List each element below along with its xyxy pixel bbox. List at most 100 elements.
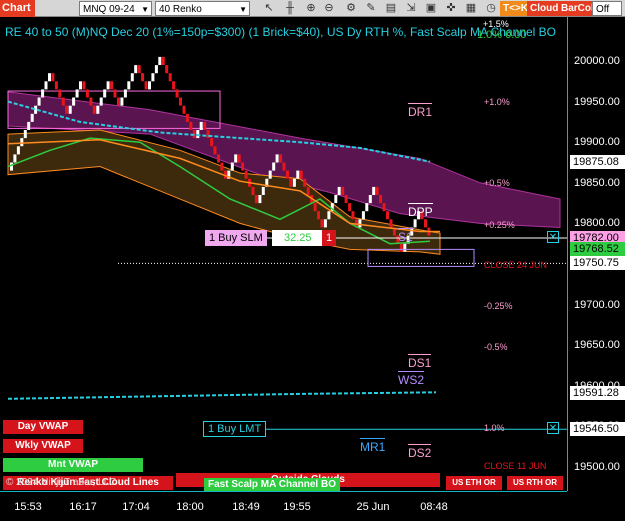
off-selector[interactable]: Off	[592, 1, 622, 16]
renko-brick	[103, 89, 107, 98]
x-tick-label: 18:00	[176, 501, 204, 513]
instrument-selector[interactable]: MNQ 09-24 ▼	[79, 1, 152, 16]
bar-type-selector[interactable]: 40 Renko ▼	[155, 1, 250, 16]
clock-icon[interactable]: ◷	[484, 1, 498, 16]
renko-brick	[172, 81, 176, 90]
renko-brick	[79, 81, 82, 90]
renko-brick	[120, 97, 124, 106]
renko-brick	[372, 186, 376, 195]
y-tick-label: 19800.00	[574, 217, 620, 230]
renko-brick	[54, 81, 58, 90]
pivot-label-mr1: MR1	[360, 438, 386, 455]
renko-brick	[117, 97, 120, 106]
renko-brick	[348, 203, 352, 212]
renko-brick	[185, 113, 189, 122]
table-icon[interactable]: ▦	[464, 1, 478, 16]
renko-brick	[158, 56, 162, 65]
x-tick-label: 19:55	[283, 501, 311, 513]
renko-brick	[141, 73, 145, 82]
price-tag: 19768.52	[570, 241, 625, 256]
mnt-vwap-label: Mnt VWAP	[3, 458, 143, 472]
chart-title: RE 40 to 50 (M)NQ Dec 20 (1%=150p=$300) …	[5, 25, 557, 39]
renko-brick	[165, 65, 169, 74]
renko-brick	[299, 170, 303, 179]
renko-brick	[213, 146, 217, 155]
properties-icon[interactable]: ⚙	[344, 1, 358, 16]
drawing-icon[interactable]: ✎	[364, 1, 378, 16]
y-tick-label: 19700.00	[574, 298, 620, 311]
renko-brick	[258, 195, 262, 204]
renko-brick	[217, 154, 220, 163]
renko-brick	[82, 81, 86, 90]
renko-brick	[379, 195, 383, 204]
chevron-down-icon: ▼	[239, 5, 247, 14]
x-tick-label: 16:17	[69, 501, 97, 513]
renko-brick	[196, 130, 200, 139]
renko-brick	[272, 162, 276, 171]
pivot-label-dpp: DPP	[408, 203, 433, 220]
renko-brick	[237, 154, 241, 163]
renko-brick	[361, 211, 365, 220]
renko-brick	[203, 121, 207, 130]
top-pct-label: +1.5%	[483, 19, 509, 29]
renko-brick	[261, 186, 265, 195]
renko-brick	[244, 170, 248, 179]
renko-brick	[189, 121, 193, 130]
renko-brick	[365, 203, 369, 212]
x-tick-label: 18:49	[232, 501, 260, 513]
time-axis[interactable]: 15:53 16:17 17:04 18:00 18:49 19:55 25 Jun 08:4…	[0, 491, 567, 521]
window-icon[interactable]: ▣	[424, 1, 438, 16]
renko-brick	[368, 195, 372, 204]
close-label: CLOSE 11 JUN	[484, 461, 547, 471]
renko-brick	[144, 81, 148, 90]
price-tag: 19875.08	[570, 155, 625, 170]
off-value: Off	[596, 4, 610, 15]
cyan-lower-line	[7, 391, 437, 400]
renko-brick	[99, 97, 103, 106]
wrench-icon[interactable]: ✜	[444, 1, 458, 16]
renko-brick	[230, 162, 234, 171]
renko-brick	[58, 89, 62, 98]
renko-brick	[344, 195, 348, 204]
renko-brick	[148, 81, 151, 90]
renko-brick	[127, 81, 131, 90]
y-tick-label: 19950.00	[574, 95, 620, 108]
renko-brick	[341, 186, 345, 195]
pct-level-label: 1.0%	[484, 422, 505, 433]
pivot-label-ds2: DS2	[408, 443, 432, 460]
renko-brick	[234, 154, 238, 163]
fast-scalp-label: Fast Scalp MA Channel BO	[204, 478, 340, 491]
renko-brick	[27, 121, 31, 130]
wkly-vwap-label: Wkly VWAP	[3, 439, 83, 453]
chart-tab[interactable]: Chart	[0, 0, 35, 17]
renko-brick	[289, 178, 293, 187]
zoom-in-icon[interactable]: ⊕	[304, 1, 318, 16]
renko-brick	[334, 195, 338, 204]
renko-brick	[92, 105, 96, 114]
template-icon[interactable]: ▤	[384, 1, 398, 16]
cloud-button[interactable]: Cloud	[527, 1, 562, 16]
price-axis[interactable]: 20000.00 19950.00 19900.00 19850.00 19800.00…	[567, 17, 625, 491]
renko-brick	[251, 186, 255, 195]
renko-brick	[386, 211, 389, 220]
pct-level-label: +0.5%	[484, 178, 510, 189]
price-tag: 19591.28	[570, 385, 625, 400]
scroll-icon[interactable]: ⇲	[404, 1, 418, 16]
us-eth-or-label: US ETH OR	[446, 476, 502, 490]
cursor-icon[interactable]: ↖	[262, 1, 276, 16]
renko-brick	[179, 97, 182, 106]
bar-icon[interactable]: ╫	[283, 1, 297, 16]
copyright-text: © 2024 NinjaTrader, LLC	[6, 477, 117, 488]
renko-brick	[220, 162, 224, 171]
renko-brick	[89, 97, 93, 106]
y-tick-label: 19500.00	[574, 461, 620, 473]
zoom-out-icon[interactable]: ⊖	[322, 1, 336, 16]
barcol-button[interactable]: BarCol	[558, 1, 597, 16]
y-tick-label: 19900.00	[574, 136, 620, 149]
renko-brick	[327, 211, 331, 220]
renko-brick	[254, 195, 258, 204]
x-tick-label: 25 Jun	[356, 501, 390, 513]
renko-brick	[275, 154, 279, 163]
plot-area[interactable]: RE 40 to 50 (M)NQ Dec 20 (1%=150p=$300) …	[0, 17, 567, 491]
renko-brick	[296, 170, 300, 179]
